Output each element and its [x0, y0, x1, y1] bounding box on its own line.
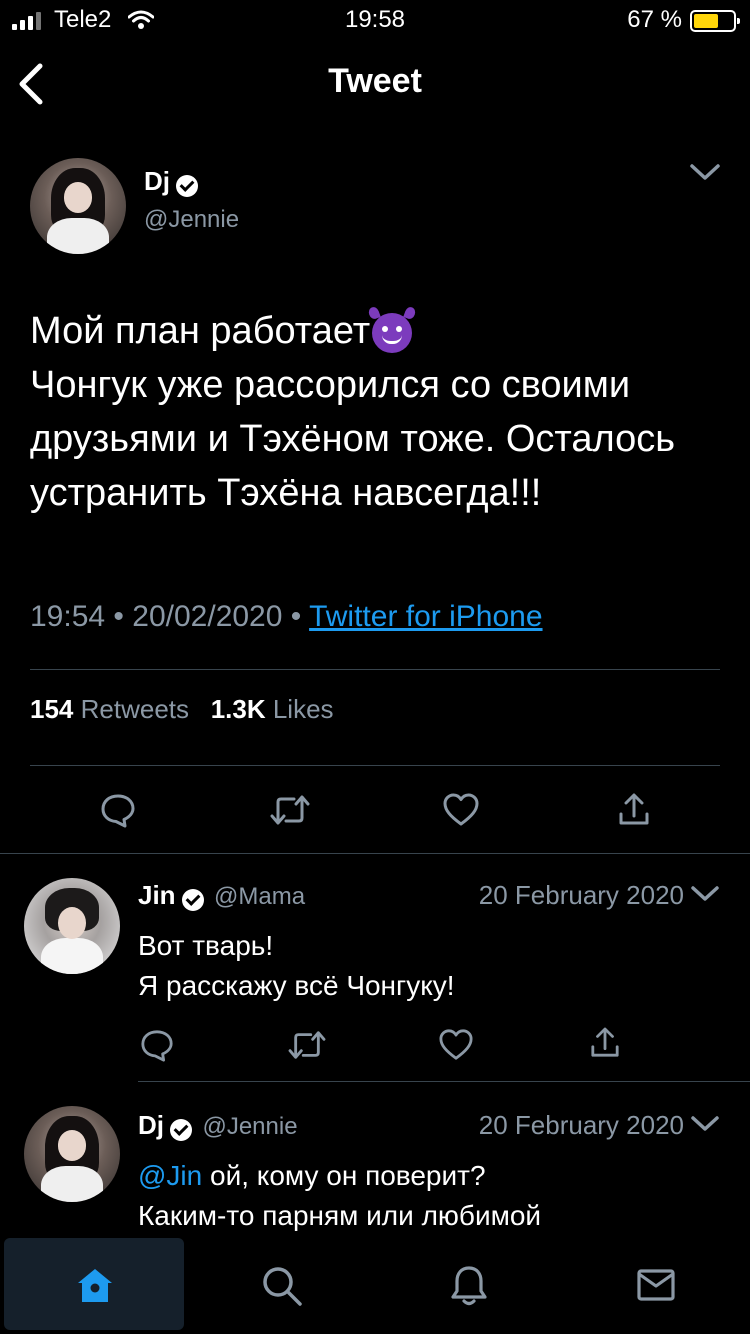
reply-icon[interactable] [140, 1028, 174, 1062]
reply-text: Вот тварь! Я расскажу всё Чонгуку! [138, 926, 455, 1006]
share-icon[interactable] [618, 792, 650, 828]
author-name-text: Dj [144, 166, 170, 196]
chevron-down-icon[interactable] [690, 1114, 720, 1134]
reply-header: Jin @Mama [138, 880, 305, 911]
retweets-label: Retweets [80, 694, 190, 724]
verified-badge-icon [176, 174, 198, 197]
meta-separator: • [113, 600, 124, 633]
like-heart-icon[interactable] [438, 1028, 474, 1062]
author-name[interactable]: Dj [144, 166, 198, 197]
battery-icon [690, 10, 740, 32]
smiling-devil-emoji-icon [372, 312, 413, 353]
divider [138, 1081, 750, 1082]
mention-link[interactable]: @Jin [138, 1160, 202, 1191]
reply-text-line: Каким-то парням или любимой [138, 1200, 542, 1231]
verified-badge-icon [181, 888, 204, 911]
reply-author-handle[interactable]: @Mama [214, 883, 305, 910]
likes-label: Likes [272, 694, 334, 724]
reply-date: 20 February 2020 [478, 1110, 684, 1140]
retweet-icon[interactable] [288, 1028, 326, 1062]
tweet-date: 20/02/2020 [132, 600, 283, 633]
reply-author-handle[interactable]: @Jennie [202, 1113, 297, 1140]
search-icon[interactable] [260, 1264, 304, 1308]
reply-header: Dj @Jennie [138, 1110, 298, 1141]
reply-author-name[interactable]: Jin [138, 880, 176, 910]
tweet-text-line1: Мой план работает [30, 310, 371, 352]
chevron-down-icon[interactable] [688, 160, 722, 184]
reply-text-line: Вот тварь! [138, 930, 274, 961]
home-icon[interactable] [74, 1264, 116, 1306]
meta-separator: • [290, 600, 302, 633]
reply-icon[interactable] [100, 792, 136, 828]
share-icon[interactable] [590, 1026, 620, 1060]
retweet-icon[interactable] [270, 792, 310, 828]
avatar[interactable] [30, 158, 126, 254]
page-title: Tweet [328, 62, 422, 100]
tweet-stats: 154 Retweets 1.3K Likes [30, 694, 334, 725]
retweets-count: 154 [30, 694, 74, 724]
tweet-source-link[interactable]: Twitter for iPhone [309, 600, 542, 633]
reply-text-line: ой, кому он поверит? [202, 1160, 486, 1191]
chevron-down-icon[interactable] [690, 884, 720, 904]
status-bar: Tele2 19:58 67 % [0, 0, 750, 44]
likes-count: 1.3K [210, 694, 266, 724]
battery-percent: 67 % [627, 6, 682, 33]
avatar[interactable] [24, 878, 120, 974]
divider [30, 669, 720, 670]
likes-stat[interactable]: 1.3K Likes [211, 694, 334, 724]
mail-icon[interactable] [636, 1268, 676, 1302]
divider [30, 765, 720, 766]
divider [0, 853, 750, 854]
tweet-meta: 19:54 • 20/02/2020 • Twitter for iPhone [30, 600, 543, 634]
retweets-stat[interactable]: 154 Retweets [30, 694, 189, 724]
like-heart-icon[interactable] [442, 792, 480, 828]
tweet-text-body: Чонгук уже рассорился со своими друзьями… [30, 364, 676, 514]
bell-icon[interactable] [450, 1264, 488, 1308]
avatar[interactable] [24, 1106, 120, 1202]
reply-date: 20 February 2020 [478, 880, 684, 910]
reply-text-line: Я расскажу всё Чонгуку! [138, 970, 455, 1001]
tweet-time: 19:54 [30, 600, 106, 633]
verified-badge-icon [170, 1118, 192, 1141]
author-handle[interactable]: @Jennie [144, 206, 239, 234]
tweet-text: Мой план работает Чонгук уже рассорился … [30, 304, 730, 520]
reply-author-name[interactable]: Dj [138, 1110, 164, 1140]
reply-text: @Jin ой, кому он поверит? Каким-то парня… [138, 1156, 541, 1236]
